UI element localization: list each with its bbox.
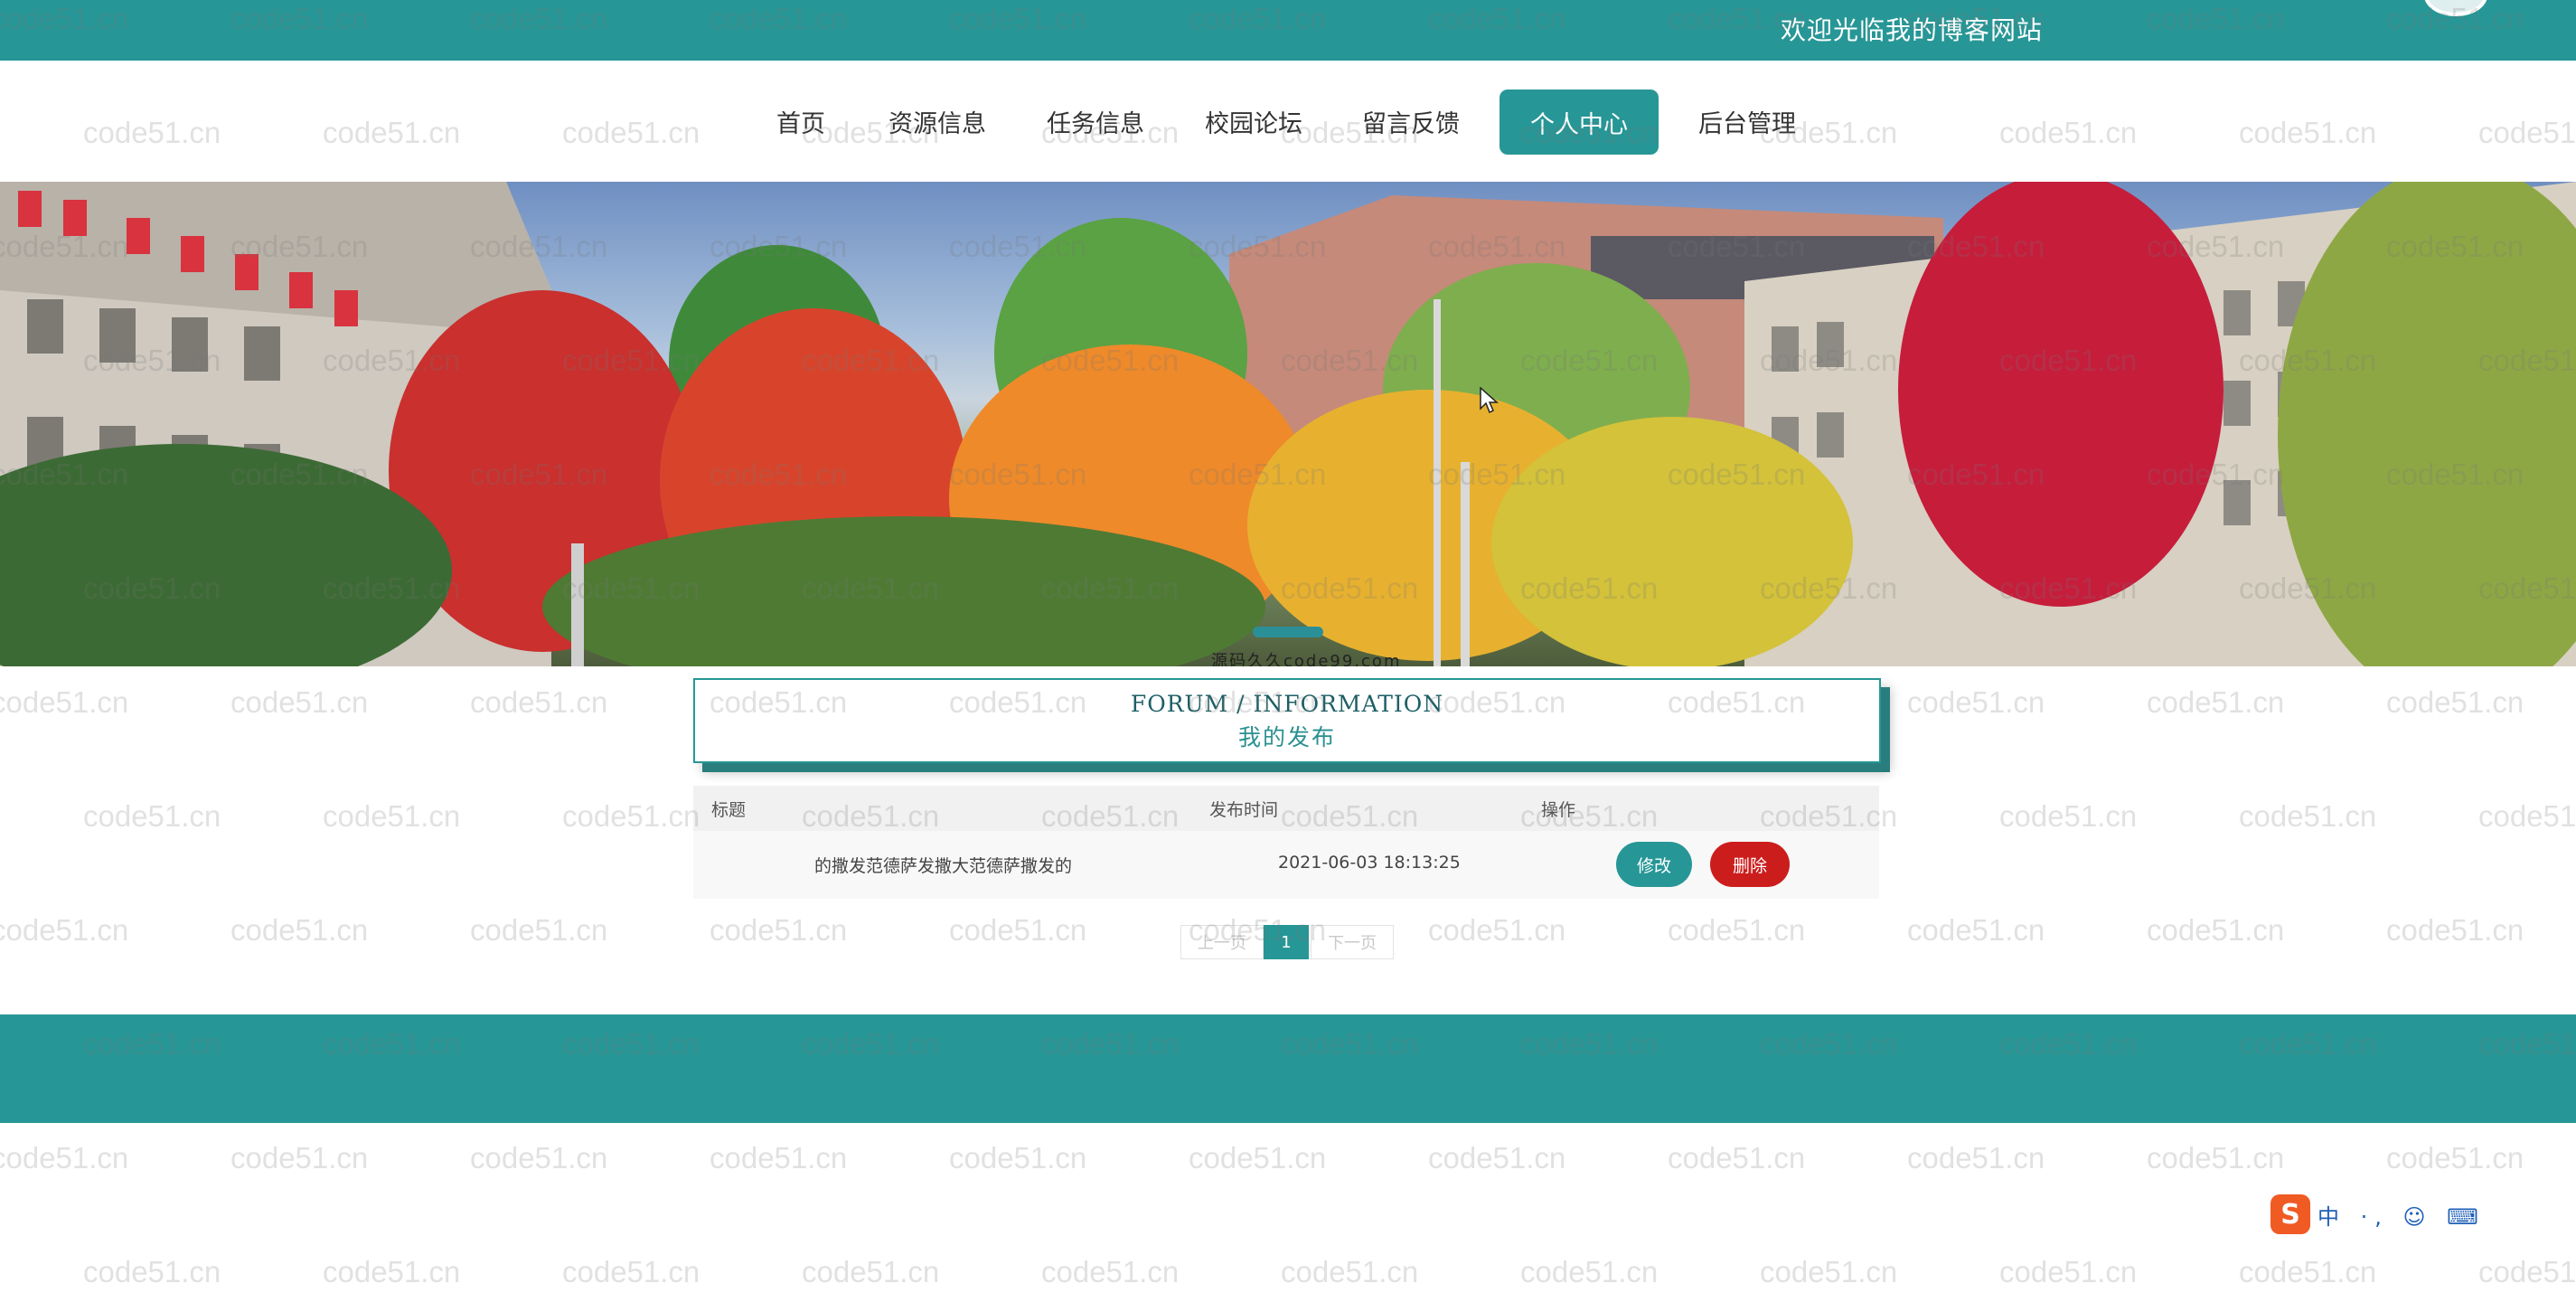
watermark-text: code51.cn <box>1428 1141 1566 1175</box>
watermark-text: code51.cn <box>2147 913 2285 947</box>
page-1-button[interactable]: 1 <box>1264 925 1309 959</box>
watermark-text: code51.cn <box>562 1255 700 1288</box>
watermark-text: code51.cn <box>0 1141 129 1175</box>
watermark-text: code51.cn <box>1281 1255 1419 1288</box>
watermark-text: code51.cn <box>1668 1141 1806 1175</box>
watermark-text: code51.cn <box>2386 913 2524 947</box>
nav-item-admin[interactable]: 后台管理 <box>1698 104 1796 139</box>
prev-page-button[interactable]: 上一页 <box>1180 925 1264 959</box>
top-bar: 欢迎光临我的博客网站 <box>0 0 2576 61</box>
prev-page-label: 上一页 <box>1198 934 1246 953</box>
edit-button-label: 修改 <box>1636 855 1671 876</box>
sogou-icon[interactable]: S <box>2270 1194 2310 1234</box>
watermark-text: code51.cn <box>2239 1255 2377 1288</box>
watermark-text: code51.cn <box>470 1141 608 1175</box>
delete-button-label: 删除 <box>1732 855 1767 876</box>
watermark-text: code51.cn <box>2478 1255 2576 1288</box>
watermark-text: code51.cn <box>2478 799 2576 833</box>
watermark-text: code51.cn <box>2239 799 2377 833</box>
welcome-text: 欢迎光临我的博客网站 <box>1781 15 2044 45</box>
watermark-text: code51.cn <box>710 1141 848 1175</box>
section-header: FORUM / INFORMATION 我的发布 <box>693 678 1881 763</box>
nav-item-home[interactable]: 首页 <box>776 104 825 139</box>
watermark-text: code51.cn <box>470 685 608 719</box>
watermark-text: code51.cn <box>1668 913 1806 947</box>
section-title-cn: 我的发布 <box>1237 724 1336 750</box>
post-title[interactable]: 的撒发范德萨发撒大范德萨撒发的 <box>814 853 1072 877</box>
ime-status[interactable]: 中 ·, ☺ ⌨ <box>2317 1199 2486 1231</box>
watermark-text: code51.cn <box>2147 685 2285 719</box>
watermark-text: code51.cn <box>1041 1255 1180 1288</box>
current-page-label: 1 <box>1281 932 1292 952</box>
watermark-text: code51.cn <box>83 1255 221 1288</box>
nav-item-tasks[interactable]: 任务信息 <box>1047 104 1144 139</box>
watermark-text: code51.cn <box>562 799 700 833</box>
watermark-text: code51.cn <box>0 913 129 947</box>
watermark-text: code51.cn <box>802 1255 940 1288</box>
watermark-text: code51.cn <box>1189 1141 1327 1175</box>
watermark-text: code51.cn <box>230 1141 369 1175</box>
watermark-text: code51.cn <box>1999 799 2138 833</box>
hero-banner: 源码久久code99.com <box>0 182 2576 666</box>
nav-item-personal-center[interactable]: 个人中心 <box>1500 90 1659 155</box>
watermark-text: code51.cn <box>1907 913 2045 947</box>
watermark-text: code51.cn <box>230 913 369 947</box>
nav-item-forum[interactable]: 校园论坛 <box>1205 104 1302 139</box>
column-actions: 操作 <box>1541 800 1576 820</box>
watermark-text: code51.cn <box>710 913 848 947</box>
nav-item-resources[interactable]: 资源信息 <box>888 104 986 139</box>
watermark-text: code51.cn <box>949 1141 1087 1175</box>
post-time: 2021-06-03 18:13:25 <box>1278 853 1461 873</box>
avatar[interactable] <box>2424 0 2487 16</box>
main-nav: 首页 资源信息 任务信息 校园论坛 留言反馈 个人中心 后台管理 <box>0 61 2576 182</box>
carousel-indicator[interactable] <box>1253 627 1323 637</box>
nav-item-feedback[interactable]: 留言反馈 <box>1362 104 1460 139</box>
watermark-text: code51.cn <box>1907 685 2045 719</box>
nav-item-personal-center-label: 个人中心 <box>1530 110 1628 139</box>
watermark-text: code51.cn <box>1907 1141 2045 1175</box>
edit-button[interactable]: 修改 <box>1616 842 1692 887</box>
watermark-text: code51.cn <box>2386 685 2524 719</box>
watermark-text: code51.cn <box>230 685 369 719</box>
campus-photo <box>0 182 2576 666</box>
watermark-text: code51.cn <box>470 913 608 947</box>
watermark-text: code51.cn <box>2147 1141 2285 1175</box>
watermark-text: code51.cn <box>83 799 221 833</box>
table-row: 的撒发范德萨发撒大范德萨撒发的 2021-06-03 18:13:25 修改 删… <box>693 831 1879 899</box>
table-header: 标题 发布时间 操作 <box>693 786 1879 831</box>
watermark-text: code51.cn <box>323 799 461 833</box>
posts-table: 标题 发布时间 操作 的撒发范德萨发撒大范德萨撒发的 2021-06-03 18… <box>693 786 1879 899</box>
watermark-text: code51.cn <box>323 1255 461 1288</box>
watermark-text: code51.cn <box>0 685 129 719</box>
section-title-en: FORUM / INFORMATION <box>1130 691 1444 717</box>
mouse-cursor-icon <box>1480 387 1499 414</box>
watermark-text: code51.cn <box>1520 1255 1659 1288</box>
delete-button[interactable]: 删除 <box>1710 842 1790 887</box>
next-page-label: 下一页 <box>1328 934 1377 953</box>
watermark-text: code51.cn <box>1999 1255 2138 1288</box>
column-time: 发布时间 <box>1209 800 1279 820</box>
watermark-text: code51.cn <box>2386 1141 2524 1175</box>
next-page-button[interactable]: 下一页 <box>1311 925 1394 959</box>
pagination: 上一页 1 下一页 <box>1180 925 1394 959</box>
column-title: 标题 <box>711 800 747 820</box>
watermark-text: code51.cn <box>1428 913 1566 947</box>
ime-toolbar[interactable]: S 中 ·, ☺ ⌨ <box>2270 1192 2576 1237</box>
watermark-text: code51.cn <box>949 913 1087 947</box>
footer <box>0 1014 2576 1123</box>
banner-caption: 源码久久code99.com <box>1211 652 1402 666</box>
watermark-text: code51.cn <box>1760 1255 1898 1288</box>
